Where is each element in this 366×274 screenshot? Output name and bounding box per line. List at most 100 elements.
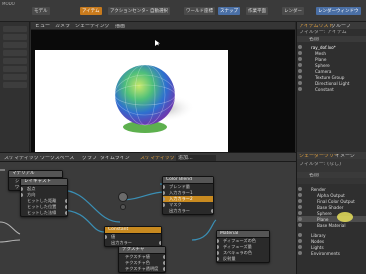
port [65,211,67,215]
eye-icon[interactable] [298,211,302,215]
render-button[interactable]: レンダー [282,7,304,15]
port-label: 起点 [27,186,36,191]
action-center-button[interactable]: アクションセンター [108,7,153,15]
menu-bar: MODO モデル アイテム アクションセンター 自動選択 ワールド座標 スナップ… [0,0,366,22]
node-color-blend[interactable]: Color Blend ブレンド量 入力カラー1 入力カラー2 マスク 出力カラ… [162,176,214,215]
tool-button[interactable] [3,82,27,88]
port [163,261,165,265]
node-title: Material [217,231,269,238]
port-label: テクスチャ値 [125,254,150,259]
sphere-shape [115,65,175,125]
port [217,251,219,255]
tool-button[interactable] [3,42,27,48]
tab-item-list[interactable]: アイテムリスト [299,24,334,29]
port [105,235,107,239]
node-texture[interactable]: テクスチャ テクスチャ値 テクスチャ色 テクスチャ透明度 [118,246,166,273]
shader-column-header: 名前 [297,172,366,178]
port-label: 方向 [27,192,36,197]
tab-workspace[interactable]: ワークスペース [40,156,74,161]
tab-groups[interactable]: グループ [331,24,351,29]
shader-filter[interactable]: フィルター: (なし) [299,162,341,167]
port-label: ディフューズの色 [223,238,256,243]
port [163,197,165,201]
viewport-tab-shading[interactable]: シェーディング [75,24,110,29]
node-port-row[interactable]: ヒットした法線 [21,210,67,216]
node-title: テクスチャ [119,247,165,254]
tool-button[interactable] [3,74,27,80]
mouse-cursor [155,40,160,46]
node-constant[interactable]: Constant 値 出力カラー [104,226,162,247]
eye-icon[interactable] [298,205,302,209]
eye-icon[interactable] [298,63,302,67]
eye-icon[interactable] [298,45,302,49]
port [163,191,165,195]
workplane-button[interactable]: 作業平面 [246,7,268,15]
tab-shader-tree[interactable]: シェーダーツリー [299,154,339,159]
eye-icon[interactable] [298,187,302,191]
port-label: ヒットした距離 [27,198,57,203]
eye-icon[interactable] [298,233,302,237]
list-item[interactable]: Base Material [297,222,366,228]
tool-strip [0,22,30,152]
viewport-tab-camera[interactable]: カメラ [55,24,70,29]
column-name: 名前 [309,37,320,42]
node-port-row[interactable]: テクスチャ透明度 [119,266,165,272]
schematic-graph[interactable]: マテリアル シェーディング法線 ワールド位置 レイキャスト 起点 方向 ヒットし… [0,162,296,274]
menu-button-0[interactable]: モデル [32,7,50,15]
eye-icon[interactable] [298,199,302,203]
junction-node[interactable] [118,192,128,202]
snap-button[interactable]: スナップ [218,7,240,15]
world-coords-button[interactable]: ワールド座標 [184,7,215,15]
node-title: レイキャスト [21,179,67,186]
junction-node[interactable] [120,204,126,210]
viewport-tab-draw[interactable]: 描画 [115,24,125,29]
tool-button[interactable] [3,50,27,56]
schematic-search[interactable]: 追加... [176,155,216,161]
items-filter[interactable]: フィルター: アイテム [299,30,347,35]
list-item[interactable]: Environments [297,250,366,256]
port-label: テクスチャ透明度 [125,266,159,271]
node-material[interactable]: Material ディフューズの色 ディフューズ量 スペキュラの色 反射量 [216,230,270,263]
port [65,199,67,203]
port-label: 出力カラー [169,208,190,213]
items-column-header: 名前 [297,36,366,42]
port [163,267,165,271]
eye-icon[interactable] [298,193,302,197]
eye-icon[interactable] [298,245,302,249]
node-port-row[interactable]: 反射量 [217,256,269,262]
eye-icon[interactable] [298,217,302,221]
tab-timeline[interactable]: タイムライン [100,156,130,161]
app-title: MODO [2,2,15,6]
tool-button[interactable] [3,34,27,40]
node-port-row[interactable]: 出力カラー [163,208,213,214]
eye-icon[interactable] [298,223,302,227]
eye-icon[interactable] [298,69,302,73]
port [21,187,23,191]
list-item[interactable]: Constant [297,86,366,92]
port [163,185,165,189]
eye-icon[interactable] [298,87,302,91]
node-title: Color Blend [163,177,213,184]
eye-icon[interactable] [298,239,302,243]
eye-icon[interactable] [298,81,302,85]
tool-button[interactable] [3,58,27,64]
eye-icon[interactable] [298,251,302,255]
schematic-header: スケマティック ワークスペース グラフ タイムライン スケマティック 追加... [0,152,296,162]
port [217,257,219,261]
eye-icon[interactable] [298,57,302,61]
node-title: Constant [105,227,161,234]
tab-schematic-a[interactable]: スケマティック [4,156,39,161]
eye-icon[interactable] [298,75,302,79]
tool-button[interactable] [3,26,27,32]
tab-images[interactable]: イメージ [335,154,355,159]
tab-schematic-b[interactable]: スケマティック [140,156,175,161]
render-window-button[interactable]: レンダーウィンドウ [316,7,361,15]
tool-button[interactable] [3,66,27,72]
port-label: テクスチャ色 [125,260,150,265]
items-mode-button[interactable]: アイテム [80,7,102,15]
auto-select-button[interactable]: 自動選択 [148,7,170,15]
eye-icon[interactable] [298,51,302,55]
node-raycast[interactable]: レイキャスト 起点 方向 ヒットした距離 ヒットした位置 ヒットした法線 [20,178,68,217]
port [65,205,67,209]
tab-graph[interactable]: グラフ [82,156,97,161]
